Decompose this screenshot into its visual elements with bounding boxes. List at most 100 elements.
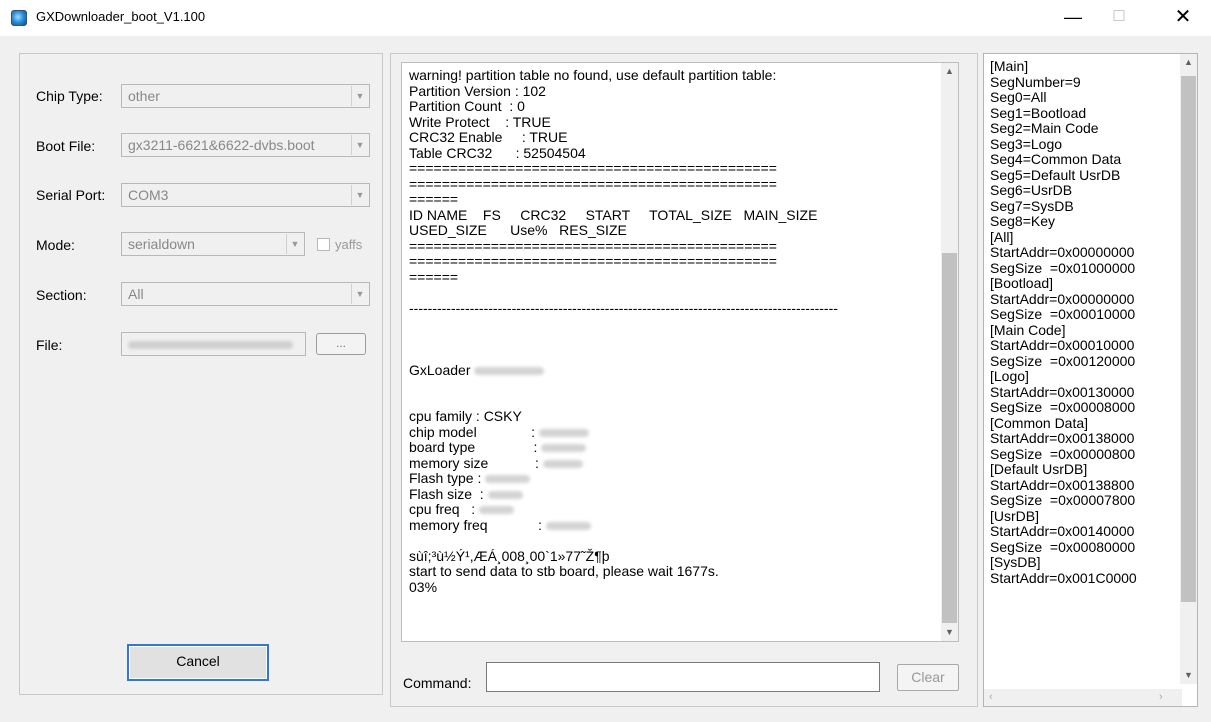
log-line: ========================================… — [409, 175, 934, 193]
config-line: [Main] — [990, 58, 1029, 74]
boot-file-label: Boot File: — [36, 138, 96, 154]
config-line: StartAddr=0x001C0000 — [990, 569, 1137, 586]
config-line: Seg0=All — [990, 89, 1047, 105]
app-globe-icon — [11, 10, 27, 26]
log-line-text: USED_SIZE Use% RES_SIZE — [409, 222, 627, 238]
chevron-down-icon: ▼ — [351, 185, 368, 205]
log-line-text: ========================================… — [409, 160, 777, 176]
log-line-text: memory freq : — [409, 516, 543, 533]
log-line: Flash type : — [409, 470, 934, 487]
log-line-text: ID NAME FS CRC32 START TOTAL_SIZE MAIN_S… — [409, 206, 818, 223]
chevron-down-icon: ▼ — [351, 284, 368, 304]
config-line: StartAddr=0x00140000 — [990, 523, 1135, 539]
config-line: Seg3=Logo — [990, 135, 1063, 152]
config-line: SegSize =0x01000000 — [990, 259, 1136, 276]
log-line: chip model : — [409, 423, 934, 441]
config-line: StartAddr=0x00138800 — [990, 476, 1135, 493]
log-line: memory size : — [409, 454, 934, 472]
redacted-value — [546, 521, 592, 530]
mode-select[interactable]: serialdown ▼ — [121, 232, 305, 256]
log-line-text: sùî;³ù½Ý¹,ÆÁ¸008¸00`1»77˜Ž¶þ — [409, 547, 610, 564]
scroll-up-icon[interactable]: ▲ — [1180, 54, 1197, 71]
scroll-thumb[interactable] — [1181, 76, 1196, 602]
config-line: StartAddr=0x00130000 — [990, 383, 1135, 400]
log-line-text: CRC32 Enable : TRUE — [409, 129, 568, 145]
config-line: [Default UsrDB] — [990, 461, 1088, 477]
log-line: board type : — [409, 439, 934, 456]
browse-button[interactable]: ... — [316, 333, 366, 355]
config-line: StartAddr=0x00138000 — [990, 430, 1135, 446]
cancel-button-label: Cancel — [176, 653, 220, 669]
window-title: GXDownloader_boot_V1.100 — [36, 9, 206, 24]
redacted-value — [541, 444, 587, 453]
redacted-value — [474, 366, 545, 375]
section-label: Section: — [36, 287, 87, 303]
log-line-text: ----------------------------------------… — [409, 299, 838, 316]
file-path-field[interactable] — [121, 332, 306, 356]
log-line: cpu freq : — [409, 501, 934, 518]
config-line: [Main Code] — [990, 321, 1066, 338]
log-output[interactable]: warning! partition table no found, use d… — [401, 62, 959, 642]
command-input[interactable] — [486, 662, 880, 692]
scroll-left-icon[interactable]: ‹ — [989, 689, 993, 706]
serial-port-select[interactable]: COM3 ▼ — [121, 183, 370, 207]
scroll-right-icon[interactable]: › — [1159, 689, 1163, 706]
config-line: SegSize =0x00007800 — [990, 492, 1136, 508]
config-line: [Common Data] — [990, 414, 1089, 431]
config-hscrollbar[interactable]: ‹ › — [984, 689, 1182, 706]
scroll-down-icon[interactable]: ▼ — [941, 624, 958, 641]
log-line-text: Flash type : — [409, 470, 482, 486]
log-line-text: warning! partition table no found, use d… — [409, 67, 777, 83]
cancel-button[interactable]: Cancel — [127, 644, 269, 681]
settings-panel: Chip Type: other ▼ Boot File: gx3211-662… — [19, 53, 383, 695]
chip-type-value: other — [128, 88, 160, 104]
yaffs-checkbox[interactable] — [317, 238, 330, 251]
chip-type-select[interactable]: other ▼ — [121, 84, 370, 108]
config-scrollbar[interactable]: ▲ ▼ — [1180, 54, 1197, 684]
config-line: [UsrDB] — [990, 507, 1039, 524]
section-select[interactable]: All ▼ — [121, 282, 370, 306]
log-text: warning! partition table no found, use d… — [409, 67, 934, 595]
log-line: Partition Count : 0 — [409, 98, 934, 115]
log-line-text: Partition Version : 102 — [409, 82, 546, 99]
config-line: Seg1=Bootload — [990, 104, 1087, 121]
scroll-down-icon[interactable]: ▼ — [1180, 667, 1197, 684]
partition-config-view[interactable]: [Main] SegNumber=9 Seg0=All Seg1=Bootload Se… — [983, 53, 1198, 707]
log-line: warning! partition table no found, use d… — [409, 67, 934, 84]
close-button[interactable]: ✕ — [1160, 0, 1206, 36]
minimize-button[interactable]: — — [1050, 0, 1096, 36]
scroll-up-icon[interactable]: ▲ — [941, 63, 958, 80]
redacted-value — [539, 428, 590, 437]
redacted-value — [542, 459, 583, 468]
log-line: ========================================… — [409, 253, 934, 270]
yaffs-label: yaffs — [335, 237, 363, 252]
config-line: SegNumber=9 — [990, 73, 1081, 90]
config-line: [Logo] — [990, 368, 1029, 384]
log-line-text: ========================================… — [409, 175, 777, 192]
log-line-text: memory size : — [409, 454, 539, 471]
boot-file-select[interactable]: gx3211-6621&6622-dvbs.boot ▼ — [121, 133, 370, 157]
log-line-text: chip model : — [409, 423, 536, 440]
log-line-text: Flash size : — [409, 485, 484, 502]
log-scrollbar[interactable]: ▲ ▼ — [941, 63, 958, 641]
scroll-thumb[interactable] — [942, 253, 957, 623]
log-line-text: Table CRC32 : 52504504 — [409, 144, 586, 161]
config-line: SegSize =0x00008000 — [990, 399, 1136, 415]
maximize-button[interactable]: ☐ — [1096, 0, 1142, 36]
command-label: Command: — [403, 675, 472, 691]
app-window: GXDownloader_boot_V1.100 — ☐ ✕ Chip Type… — [0, 0, 1211, 722]
log-line: ====== — [409, 269, 934, 286]
mode-label: Mode: — [36, 237, 75, 253]
log-line: Partition Version : 102 — [409, 82, 934, 100]
log-line-text: Partition Count : 0 — [409, 98, 525, 114]
config-line: Seg8=Key — [990, 213, 1055, 229]
log-line: ========================================… — [409, 238, 934, 255]
config-line: Seg7=SysDB — [990, 197, 1074, 214]
clear-button[interactable]: Clear — [897, 664, 959, 691]
log-line: cpu family : CSKY — [409, 408, 934, 425]
